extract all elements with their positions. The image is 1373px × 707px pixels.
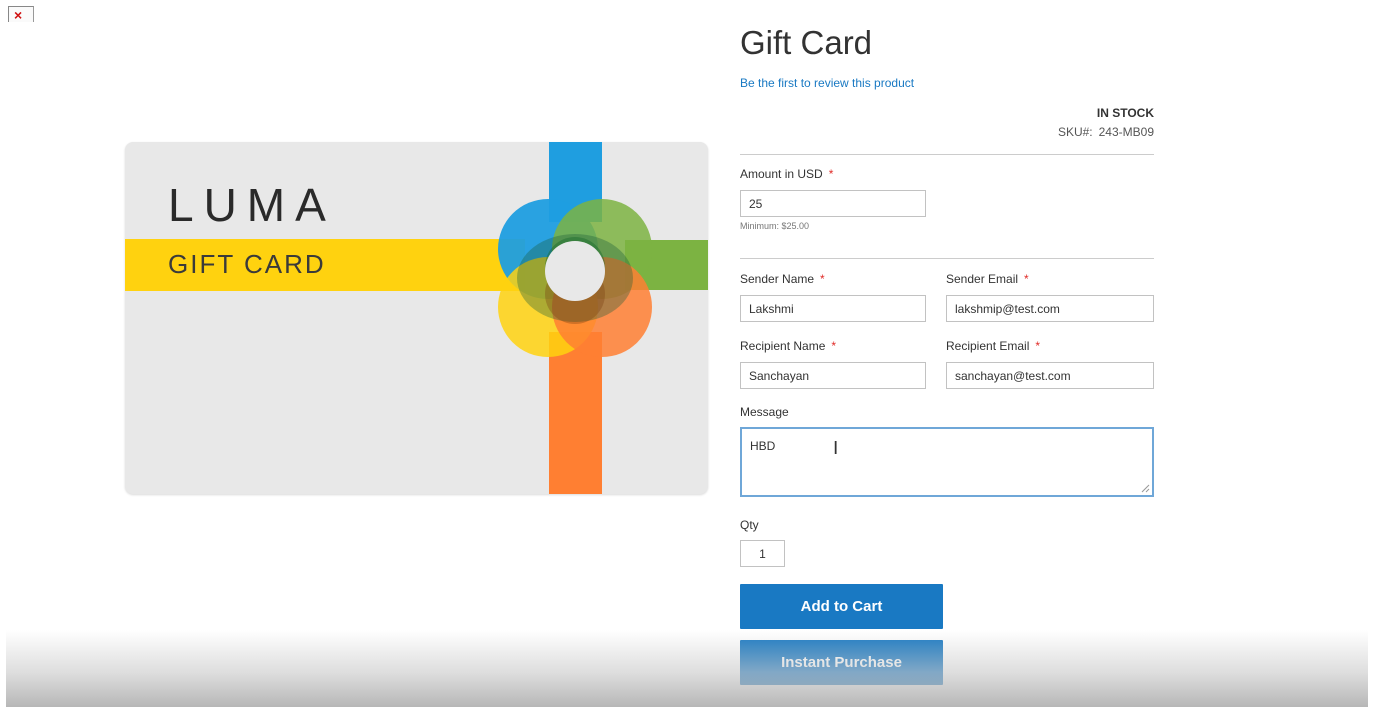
recipient-email-label-text: Recipient Email	[946, 339, 1030, 353]
sku-value: 243-MB09	[1098, 125, 1154, 139]
add-to-cart-button[interactable]: Add to Cart	[740, 584, 943, 629]
card-brand-text: LUMA	[168, 179, 336, 231]
required-marker: *	[831, 339, 837, 353]
page-title: Gift Card	[740, 24, 873, 61]
amount-hint: Minimum: $25.00	[740, 221, 810, 231]
sender-name-label: Sender Name *	[740, 272, 825, 286]
recipient-name-input[interactable]	[740, 362, 926, 389]
required-marker: *	[1024, 272, 1029, 286]
sku-label: SKU#:	[1057, 125, 1093, 139]
required-marker: *	[1035, 339, 1041, 353]
amount-input[interactable]	[740, 190, 926, 217]
qty-label: Qty	[740, 518, 759, 532]
recipient-name-label-text: Recipient Name	[740, 339, 826, 353]
review-link[interactable]: Be the first to review this product	[740, 76, 914, 90]
divider	[740, 258, 1154, 259]
bottom-fade-overlay	[6, 630, 1368, 707]
message-label: Message	[740, 405, 789, 419]
qty-input[interactable]	[740, 540, 785, 567]
instant-purchase-button[interactable]: Instant Purchase	[740, 640, 943, 685]
stock-status: IN STOCK	[1096, 106, 1154, 120]
amount-label: Amount in USD *	[740, 167, 833, 181]
resize-grip-icon[interactable]	[1140, 483, 1150, 493]
recipient-email-label: Recipient Email *	[946, 339, 1040, 353]
required-marker: *	[820, 272, 825, 286]
text-cursor-icon: I	[833, 438, 839, 459]
broken-image-icon: ×	[8, 6, 34, 22]
gift-card-image: LUMA GIFT CARD	[125, 142, 708, 494]
required-marker: *	[828, 167, 834, 181]
sender-name-label-text: Sender Name	[740, 272, 815, 286]
sender-email-input[interactable]	[946, 295, 1154, 322]
card-subtitle-text: GIFT CARD	[168, 249, 326, 279]
sender-email-label-text: Sender Email	[946, 272, 1019, 286]
message-textarea[interactable]: HBD	[740, 427, 1154, 497]
amount-label-text: Amount in USD	[740, 167, 823, 181]
divider	[740, 154, 1154, 155]
recipient-name-label: Recipient Name *	[740, 339, 836, 353]
sku: SKU#: 243-MB09	[1058, 125, 1154, 139]
sender-name-input[interactable]	[740, 295, 926, 322]
sender-email-label: Sender Email *	[946, 272, 1029, 286]
recipient-email-input[interactable]	[946, 362, 1154, 389]
